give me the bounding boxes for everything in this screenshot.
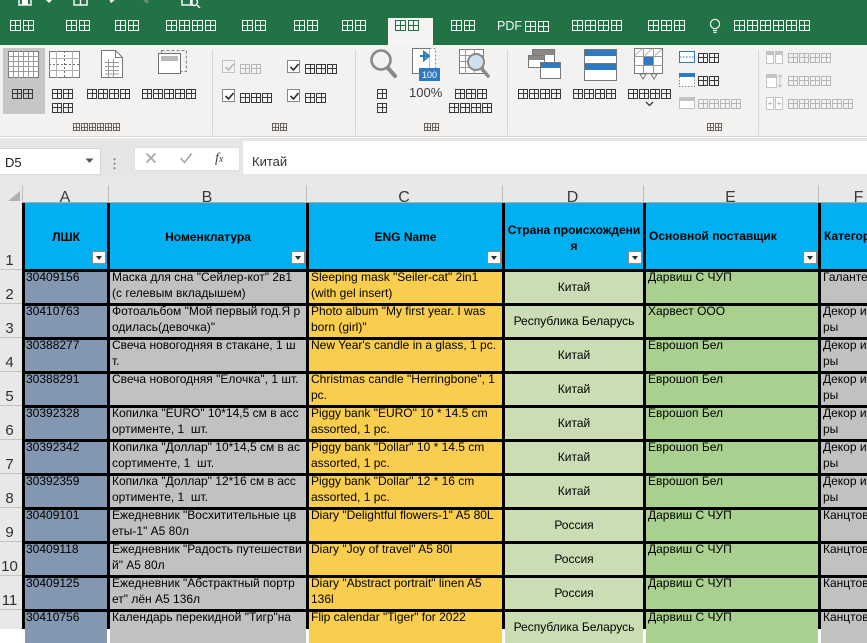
svg-text:100: 100 xyxy=(422,70,437,80)
